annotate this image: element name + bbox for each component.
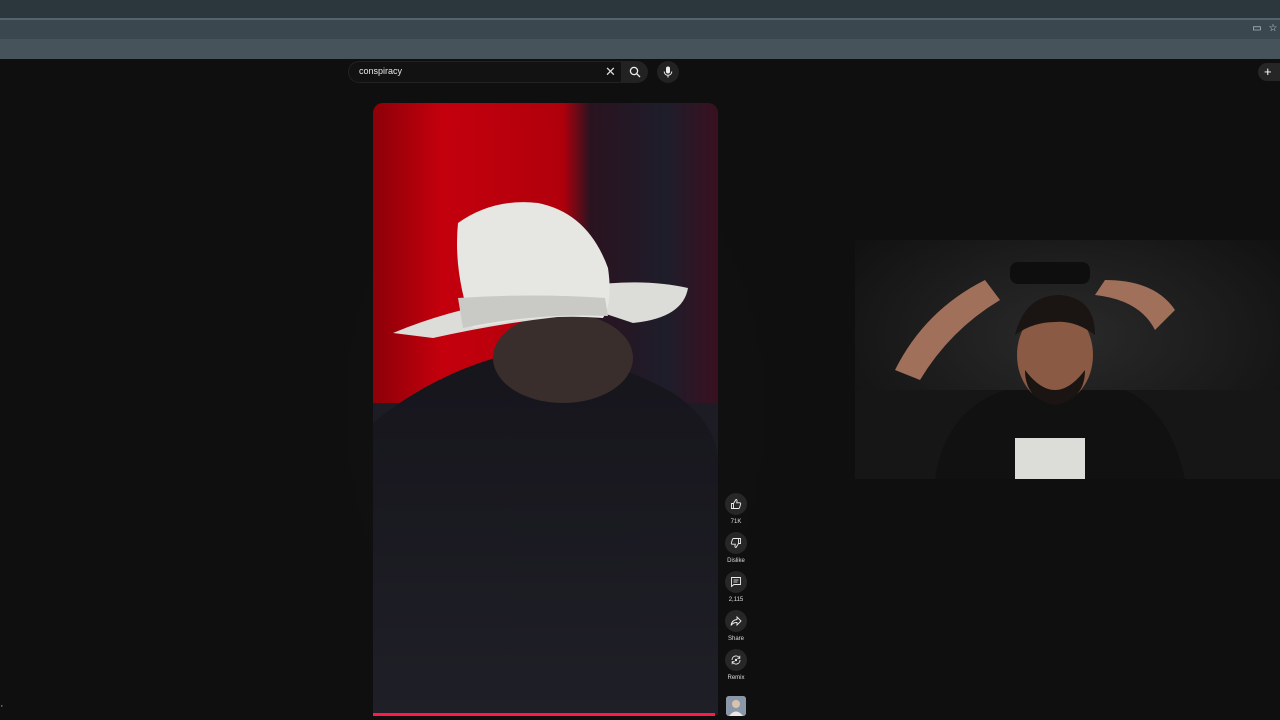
overflow-indicator: ⠄ xyxy=(0,700,6,709)
mic-icon xyxy=(663,66,673,78)
share-label: Share xyxy=(727,636,744,642)
browser-bookmarks-bar xyxy=(0,39,1280,59)
remix-label: Remix xyxy=(727,675,745,681)
search-input[interactable]: conspiracy xyxy=(359,66,402,76)
remix-icon xyxy=(731,655,741,665)
thumbs-down-icon xyxy=(730,538,741,548)
search-icon xyxy=(629,66,641,78)
browser-address-bar[interactable] xyxy=(0,20,1280,39)
webcam-frame xyxy=(855,240,1280,479)
share-icon xyxy=(730,615,742,627)
like-button[interactable] xyxy=(725,493,747,515)
create-button[interactable]: + xyxy=(1258,63,1280,81)
bookmark-star-icon[interactable]: ☆ xyxy=(1267,22,1279,36)
browser-tab-strip xyxy=(0,0,1280,18)
comment-count: 2,115 xyxy=(728,597,744,603)
close-icon[interactable]: ✕ xyxy=(605,64,616,80)
thumbs-up-icon xyxy=(731,499,742,509)
screen-cast-icon[interactable]: ▭ xyxy=(1251,22,1263,36)
sound-thumbnail[interactable] xyxy=(726,696,746,716)
plus-icon: + xyxy=(1264,64,1272,79)
comment-icon xyxy=(731,577,741,588)
short-video-player[interactable] xyxy=(373,103,718,715)
remix-button[interactable] xyxy=(725,649,747,671)
dislike-button[interactable] xyxy=(725,532,747,554)
search-box[interactable]: conspiracy ✕ xyxy=(348,61,622,83)
like-count: 71K xyxy=(730,519,742,525)
voice-search-button[interactable] xyxy=(657,61,679,83)
sound-thumbnail-image xyxy=(726,696,746,716)
dislike-label: Dislike xyxy=(727,558,745,564)
share-button[interactable] xyxy=(725,610,747,632)
video-frame xyxy=(373,103,718,715)
video-progress-bar[interactable] xyxy=(373,713,715,716)
webcam-overlay xyxy=(855,240,1280,479)
comments-button[interactable] xyxy=(725,571,747,593)
search-button[interactable] xyxy=(622,61,648,83)
